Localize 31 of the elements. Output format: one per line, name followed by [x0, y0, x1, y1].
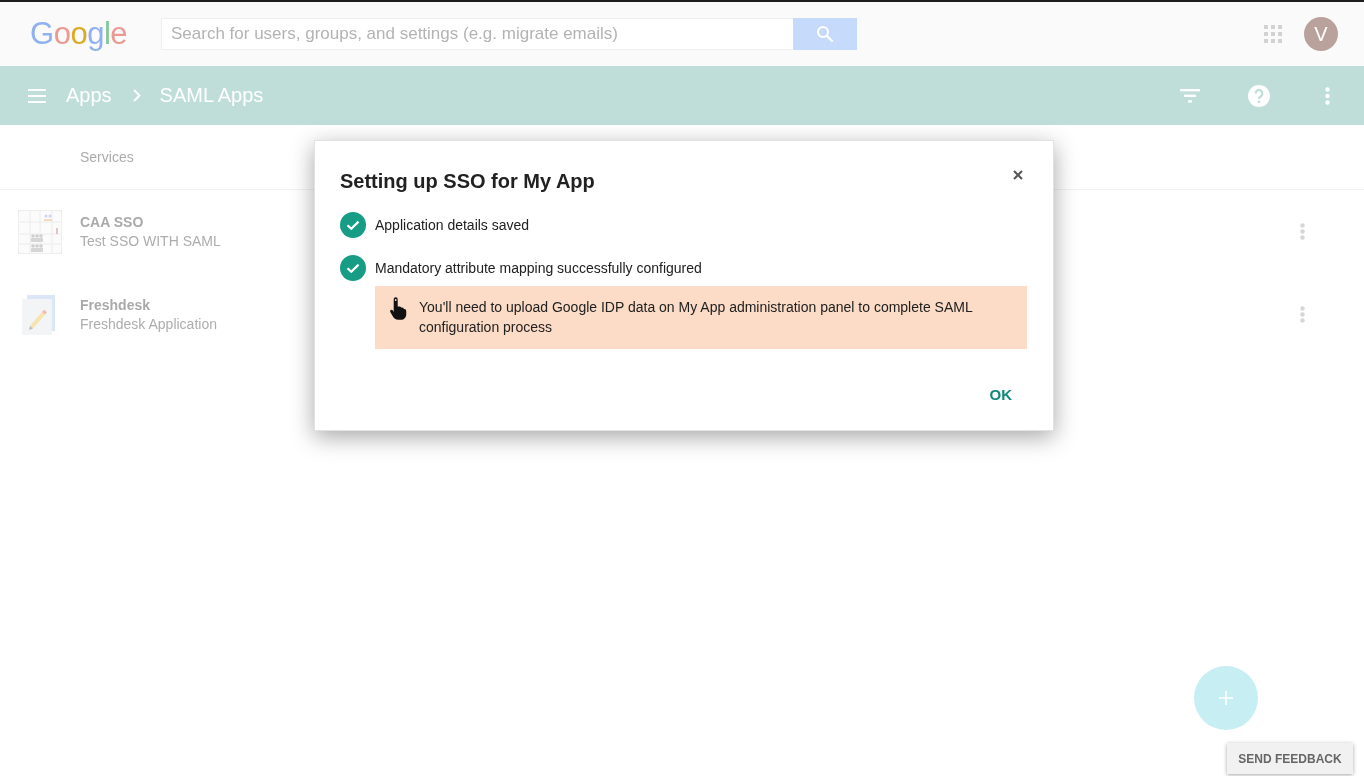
diagram-thumbnail-icon [18, 209, 62, 254]
search-icon [816, 25, 834, 43]
filter-icon[interactable] [1180, 88, 1200, 103]
avatar[interactable]: V [1304, 17, 1338, 51]
more-vert-icon[interactable] [1300, 306, 1305, 323]
google-logo[interactable]: Google [30, 17, 127, 51]
app-description: Test SSO WITH SAML [80, 231, 221, 251]
plus-icon [1219, 691, 1233, 705]
notice-text: You'll need to upload Google IDP data on My App administration panel to complete SAML configuration process [419, 298, 974, 337]
pointing-hand-icon [388, 297, 407, 320]
send-feedback-button[interactable]: SEND FEEDBACK [1227, 743, 1353, 774]
dialog-title: Setting up SSO for My App [340, 169, 595, 193]
app-name: CAA SSO [80, 212, 145, 232]
close-icon [1013, 170, 1023, 180]
menu-icon[interactable] [28, 88, 46, 103]
apps-grid-icon[interactable] [1264, 25, 1282, 43]
more-vert-icon[interactable] [1300, 223, 1305, 240]
close-button[interactable] [1013, 170, 1023, 180]
app-name: Freshdesk [80, 295, 152, 315]
search-field[interactable]: Search for users, groups, and settings (e.g. migrate emails) [161, 18, 793, 50]
step-label: Application details saved [375, 217, 530, 233]
search-button[interactable] [793, 18, 857, 50]
step-label: Mandatory attribute mapping successfully configured [375, 260, 702, 276]
ok-button[interactable]: OK [981, 376, 1020, 412]
column-header: Services [80, 149, 134, 165]
help-icon[interactable] [1248, 84, 1270, 107]
more-vert-icon[interactable] [1325, 86, 1330, 105]
chevron-icon [132, 89, 141, 102]
breadcrumb-link[interactable]: Apps [66, 84, 112, 107]
breadcrumb-link[interactable]: SAML Apps [159, 84, 264, 107]
app-description: Freshdesk Application [80, 314, 217, 334]
